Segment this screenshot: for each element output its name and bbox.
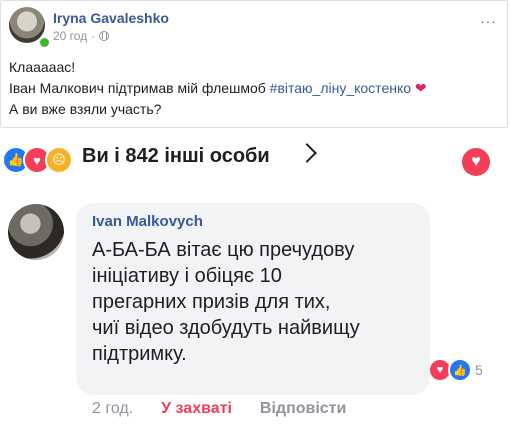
globe-icon bbox=[99, 31, 110, 41]
post-line-2: Іван Малкович підтримав мій флешмоб #віт… bbox=[9, 78, 427, 99]
comment-time[interactable]: 2 год. bbox=[92, 400, 133, 418]
commenter-avatar[interactable] bbox=[8, 204, 64, 260]
reactions-bar: 👍 ♥ ☹ Ви і 842 інші особи ♥ bbox=[0, 134, 508, 184]
meta-separator: · bbox=[91, 29, 96, 43]
reactions-summary[interactable]: Ви і 842 інші особи bbox=[82, 145, 270, 168]
comment-actions: 2 год. У захваті Відповісти bbox=[92, 400, 346, 418]
reacted-button[interactable]: У захваті bbox=[161, 400, 232, 418]
post-line-2-text: Іван Малкович підтримав мій флешмоб bbox=[9, 80, 266, 96]
comment-text: А-БА-БА вітає цю пречудову ініціативу і … bbox=[92, 239, 360, 365]
post-text: Клааааас! Іван Малкович підтримав мій фл… bbox=[9, 57, 427, 120]
online-status-icon bbox=[38, 36, 51, 49]
comment-reactions[interactable]: ♥ 👍 5 bbox=[428, 358, 483, 382]
author-name[interactable]: Iryna Gavaleshko bbox=[53, 10, 169, 26]
post-meta: 20 год · bbox=[53, 29, 110, 43]
post-line-3: А ви вже взяли участь? bbox=[9, 101, 162, 117]
post-card: Iryna Gavaleshko 20 год · ··· Клааааас! … bbox=[0, 0, 508, 128]
commenter-name[interactable]: Ivan Malkovych bbox=[92, 213, 203, 230]
comment-bubble: Ivan Malkovych А-БА-БА вітає цю пречудов… bbox=[76, 203, 430, 395]
love-reaction-button[interactable]: ♥ bbox=[462, 148, 490, 176]
post-line-1: Клааааас! bbox=[9, 59, 76, 75]
comment-reaction-count: 5 bbox=[475, 362, 483, 378]
more-options-icon[interactable]: ··· bbox=[480, 13, 497, 29]
hashtag-link[interactable]: #вітаю_ліну_костенко bbox=[270, 80, 411, 96]
comment-like-icon: 👍 bbox=[448, 358, 472, 382]
reply-button[interactable]: Відповісти bbox=[260, 400, 346, 418]
post-time[interactable]: 20 год bbox=[53, 29, 87, 43]
chevron-right-icon[interactable] bbox=[297, 143, 317, 163]
heart-emoji-icon: ❤ bbox=[414, 80, 427, 96]
sad-icon[interactable]: ☹ bbox=[45, 146, 73, 174]
